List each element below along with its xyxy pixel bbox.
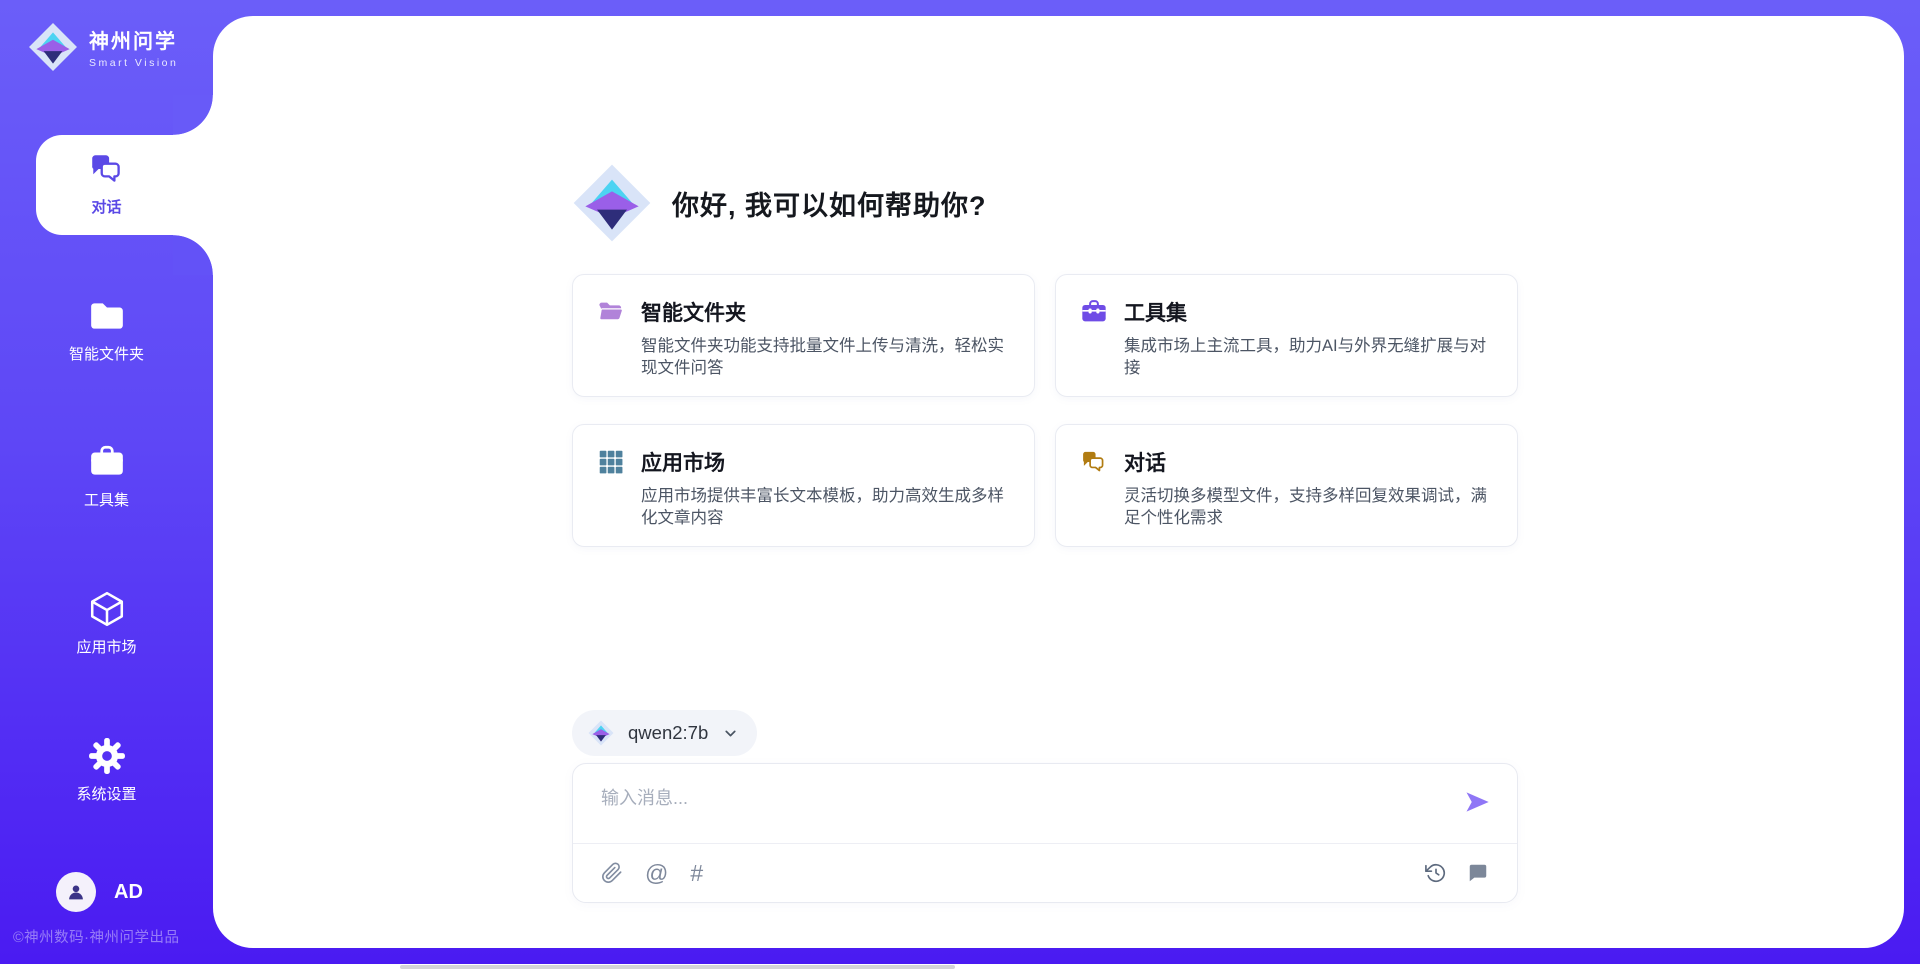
chevron-down-icon bbox=[722, 725, 739, 742]
user-name: AD bbox=[114, 881, 143, 904]
card-toolset[interactable]: 工具集 集成市场上主流工具，助力AI与外界无缝扩展与对接 bbox=[1055, 274, 1518, 397]
horizontal-scrollbar[interactable] bbox=[0, 964, 1920, 970]
sidebar-item-label: 应用市场 bbox=[76, 636, 136, 657]
sidebar-item-smart-folder[interactable]: 智能文件夹 bbox=[0, 297, 213, 364]
message-composer: @ # bbox=[572, 763, 1518, 903]
card-smart-folder[interactable]: 智能文件夹 智能文件夹功能支持批量文件上传与清洗，轻松实现文件问答 bbox=[572, 274, 1035, 397]
gear-icon bbox=[88, 737, 126, 775]
card-app-market[interactable]: 应用市场 应用市场提供丰富长文本模板，助力高效生成多样化文章内容 bbox=[572, 424, 1035, 547]
nav-active-flare-bottom bbox=[173, 235, 213, 275]
grid-icon bbox=[597, 448, 625, 476]
greeting: 你好, 我可以如何帮助你? bbox=[572, 163, 1518, 243]
card-chat[interactable]: 对话 灵活切换多模型文件，支持多样回复效果调试，满足个性化需求 bbox=[1055, 424, 1518, 547]
sidebar-item-app-market[interactable]: 应用市场 bbox=[0, 590, 213, 657]
history-icon bbox=[1425, 862, 1447, 884]
card-description: 应用市场提供丰富长文本模板，助力高效生成多样化文章内容 bbox=[641, 485, 1010, 529]
nav-active-flare-top bbox=[173, 95, 213, 135]
cube-icon bbox=[88, 590, 126, 628]
chat-bubbles-icon bbox=[88, 150, 126, 188]
folder-icon bbox=[88, 297, 126, 335]
card-title: 对话 bbox=[1124, 447, 1166, 477]
briefcase-icon bbox=[88, 443, 126, 481]
copyright-text: ©神州数码·神州问学出品 bbox=[13, 926, 180, 947]
card-description: 集成市场上主流工具，助力AI与外界无缝扩展与对接 bbox=[1124, 335, 1493, 379]
brand-subtitle: Smart Vision bbox=[89, 57, 178, 69]
message-input[interactable] bbox=[601, 784, 1441, 836]
card-description: 智能文件夹功能支持批量文件上传与清洗，轻松实现文件问答 bbox=[641, 335, 1010, 379]
sidebar-item-label: 系统设置 bbox=[76, 783, 136, 804]
folder-open-icon bbox=[597, 298, 625, 326]
card-description: 灵活切换多模型文件，支持多样回复效果调试，满足个性化需求 bbox=[1124, 485, 1493, 529]
gem-diamond-icon bbox=[572, 163, 652, 243]
sidebar-item-settings[interactable]: 系统设置 bbox=[0, 737, 213, 804]
chat-home-content: 你好, 我可以如何帮助你? 智能文件夹 智能文件夹功能支持批量文件上传与清洗，轻… bbox=[572, 16, 1518, 903]
composer-divider bbox=[573, 843, 1517, 844]
sidebar-item-label: 智能文件夹 bbox=[69, 343, 144, 364]
hashtag-icon: # bbox=[690, 862, 703, 885]
greeting-title: 你好, 我可以如何帮助你? bbox=[672, 184, 987, 223]
composer-toolbar: @ # bbox=[601, 857, 1489, 889]
gem-diamond-icon bbox=[588, 720, 614, 746]
main-panel: 你好, 我可以如何帮助你? 智能文件夹 智能文件夹功能支持批量文件上传与清洗，轻… bbox=[213, 16, 1904, 948]
message-icon bbox=[1467, 862, 1489, 884]
paperclip-icon bbox=[601, 862, 623, 884]
send-button[interactable] bbox=[1463, 788, 1491, 816]
sidebar-item-toolset[interactable]: 工具集 bbox=[0, 443, 213, 510]
mention-icon: @ bbox=[645, 862, 668, 885]
attach-button[interactable] bbox=[601, 862, 623, 884]
model-name: qwen2:7b bbox=[628, 722, 708, 744]
card-title: 智能文件夹 bbox=[641, 297, 746, 327]
sidebar-item-chat[interactable]: 对话 bbox=[0, 150, 213, 217]
history-button[interactable] bbox=[1425, 862, 1447, 884]
user-chip[interactable]: AD bbox=[56, 872, 143, 912]
sidebar-item-label: 对话 bbox=[91, 196, 121, 217]
card-title: 应用市场 bbox=[641, 447, 725, 477]
sidebar-item-label: 工具集 bbox=[84, 489, 129, 510]
brand: 神州问学 Smart Vision bbox=[28, 22, 178, 72]
feature-cards: 智能文件夹 智能文件夹功能支持批量文件上传与清洗，轻松实现文件问答 工具集 集成… bbox=[572, 274, 1518, 547]
mention-button[interactable]: @ bbox=[645, 862, 668, 885]
briefcase-icon bbox=[1080, 298, 1108, 326]
feedback-button[interactable] bbox=[1467, 862, 1489, 884]
model-selector[interactable]: qwen2:7b bbox=[572, 710, 757, 756]
avatar bbox=[56, 872, 96, 912]
sidebar: 神州问学 Smart Vision 对话 智能文件夹 工具集 应用市场 系统设置… bbox=[0, 0, 213, 970]
chat-bubbles-icon bbox=[1080, 448, 1108, 476]
card-title: 工具集 bbox=[1124, 297, 1187, 327]
send-arrow-icon bbox=[1463, 788, 1491, 816]
hashtag-button[interactable]: # bbox=[690, 862, 703, 885]
person-icon bbox=[65, 881, 87, 903]
brand-name: 神州问学 bbox=[89, 25, 178, 54]
scrollbar-thumb[interactable] bbox=[400, 965, 955, 969]
gem-diamond-icon bbox=[28, 22, 78, 72]
